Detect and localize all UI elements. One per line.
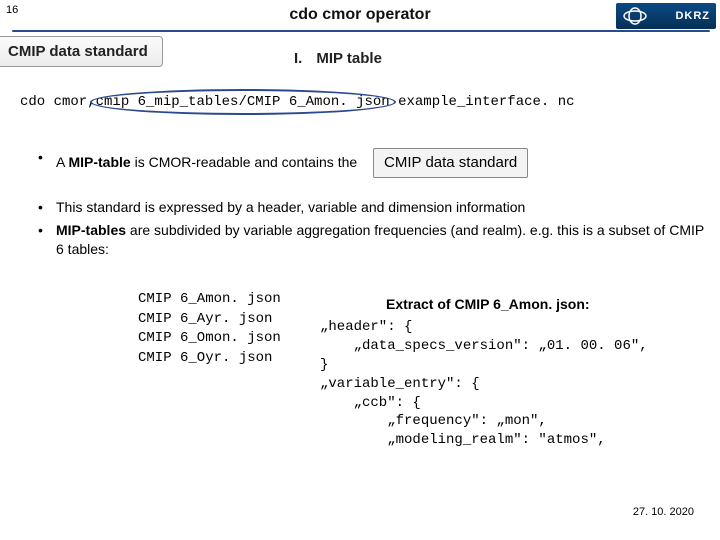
bullet-list: A MIP-table is CMOR-readable and contain…: [38, 148, 710, 279]
mip-file-list: CMIP 6_Amon. json CMIP 6_Ayr. json CMIP …: [138, 290, 281, 368]
dkrz-logo-text: DKRZ: [675, 10, 710, 22]
cmd-circled: cmip 6_mip_tables/CMIP 6_Amon. json: [96, 94, 390, 110]
file-item: CMIP 6_Oyr. json: [138, 349, 281, 369]
b1-strong: MIP-table: [68, 154, 130, 170]
header-divider: [12, 30, 710, 32]
cmd-pre: cdo cmor,: [20, 94, 96, 110]
bullet-1: A MIP-table is CMOR-readable and contain…: [38, 148, 710, 178]
bullet-2: This standard is expressed by a header, …: [38, 198, 710, 217]
file-item: CMIP 6_Ayr. json: [138, 310, 281, 330]
file-item: CMIP 6_Amon. json: [138, 290, 281, 310]
subtitle-tab: CMIP data standard: [0, 36, 163, 67]
b1-pre: A: [56, 154, 68, 170]
cmd-post: example_interface. nc: [390, 94, 575, 110]
extract-heading: Extract of CMIP 6_Amon. json:: [386, 296, 590, 312]
section-heading: I. MIP table: [294, 50, 382, 67]
section-roman: I.: [294, 50, 302, 67]
b3-strong: MIP-tables: [56, 222, 126, 238]
file-item: CMIP 6_Omon. json: [138, 329, 281, 349]
cmip-standard-badge: CMIP data standard: [373, 148, 528, 178]
footer-date: 27. 10. 2020: [633, 506, 694, 518]
section-label: MIP table: [316, 50, 382, 67]
command-line: cdo cmor,cmip 6_mip_tables/CMIP 6_Amon. …: [20, 94, 714, 110]
dkrz-logo-mark: [622, 7, 648, 25]
b3-rest: are subdivided by variable aggregation f…: [56, 222, 704, 257]
cmd-circled-text: cmip 6_mip_tables/CMIP 6_Amon. json: [96, 94, 390, 110]
slide-title: cdo cmor operator: [0, 6, 720, 24]
bullet-3: MIP-tables are subdivided by variable ag…: [38, 221, 710, 259]
dkrz-logo: DKRZ: [616, 3, 716, 29]
b1-rest: is CMOR-readable and contains the: [131, 154, 357, 170]
json-extract: „header": { „data_specs_version": „01. 0…: [320, 318, 648, 450]
